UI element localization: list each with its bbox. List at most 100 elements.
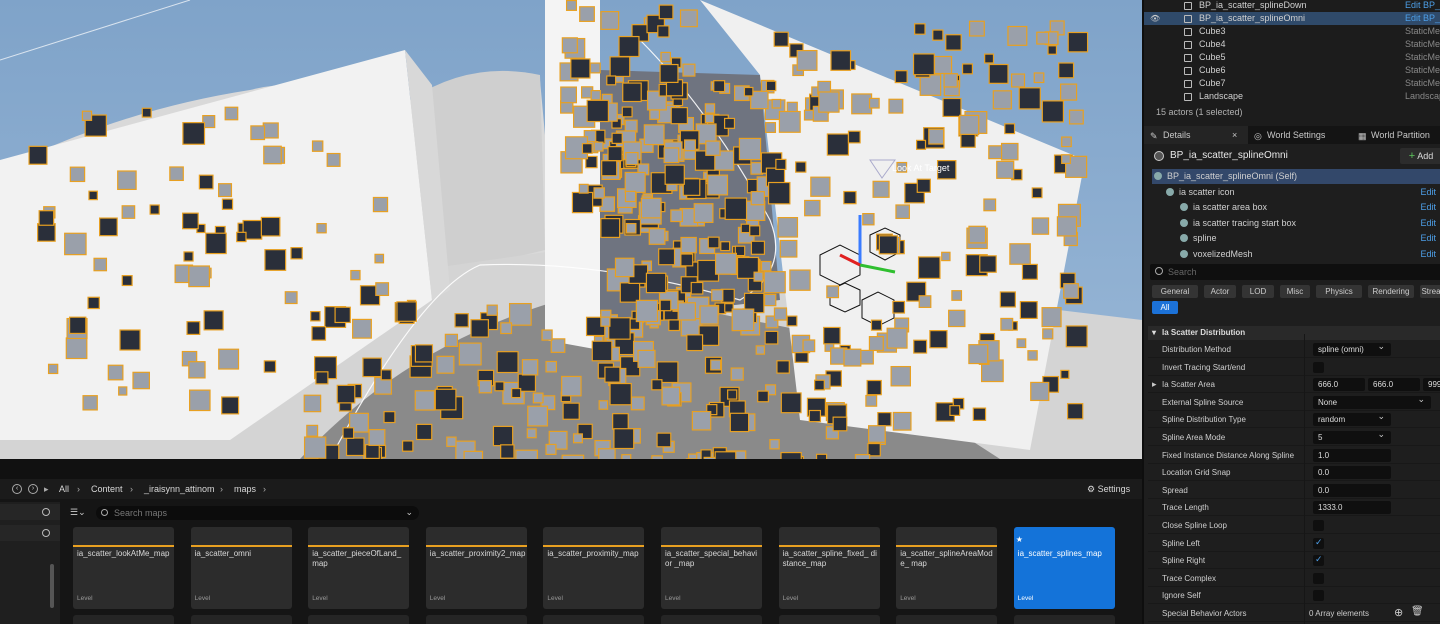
scatter-instance[interactable] xyxy=(765,80,777,92)
property-checkbox[interactable] xyxy=(1313,520,1324,531)
scatter-instance[interactable] xyxy=(93,257,108,272)
scatter-instance[interactable] xyxy=(434,388,457,411)
scatter-instance[interactable] xyxy=(119,329,141,351)
scatter-instance[interactable] xyxy=(699,305,719,325)
scatter-instance[interactable] xyxy=(968,344,989,365)
scatter-instance[interactable] xyxy=(670,106,688,125)
scatter-instance[interactable] xyxy=(352,318,372,339)
scatter-instance[interactable] xyxy=(951,290,963,301)
outliner-row[interactable]: Landscape Landscap xyxy=(1144,90,1440,103)
scatter-instance[interactable] xyxy=(606,75,617,86)
scatter-instance[interactable] xyxy=(310,310,321,322)
scatter-instance[interactable] xyxy=(326,152,341,167)
scatter-instance[interactable] xyxy=(303,436,327,459)
scatter-instance[interactable] xyxy=(593,187,605,199)
property-dropdown[interactable]: spline (omni) xyxy=(1313,343,1391,356)
scatter-instance[interactable] xyxy=(618,35,640,58)
scatter-instance[interactable] xyxy=(878,235,898,255)
expand-arrow-icon[interactable]: ▸ xyxy=(1152,379,1157,390)
breadcrumb-folder[interactable]: _iraisynn_attinom xyxy=(144,479,215,499)
scatter-instance[interactable] xyxy=(877,411,892,427)
scatter-instance[interactable] xyxy=(704,103,716,114)
scatter-instance[interactable] xyxy=(380,369,392,381)
scatter-instance[interactable] xyxy=(720,241,731,252)
scatter-instance[interactable] xyxy=(640,197,662,219)
scatter-instance[interactable] xyxy=(118,386,128,396)
scatter-instance[interactable] xyxy=(847,130,861,144)
sources-search-row[interactable] xyxy=(0,504,60,520)
scatter-instance[interactable] xyxy=(851,93,873,115)
scatter-instance[interactable] xyxy=(795,161,807,173)
scatter-instance[interactable] xyxy=(657,25,670,38)
scatter-instance[interactable] xyxy=(625,222,637,234)
scatter-instance[interactable] xyxy=(436,355,455,374)
filter-all[interactable]: All xyxy=(1152,301,1178,314)
scatter-instance[interactable] xyxy=(203,310,224,331)
scatter-instance[interactable] xyxy=(648,228,666,245)
scatter-instance[interactable] xyxy=(750,191,765,206)
scatter-instance[interactable] xyxy=(1027,350,1038,361)
scatter-instance[interactable] xyxy=(919,74,942,96)
scatter-instance[interactable] xyxy=(1010,73,1026,88)
scatter-instance[interactable] xyxy=(886,327,908,349)
scatter-instance[interactable] xyxy=(916,178,931,193)
asset-tile[interactable] xyxy=(73,615,174,624)
breadcrumb-all[interactable]: All xyxy=(59,479,69,499)
add-element-icon[interactable]: ⊕ xyxy=(1394,606,1403,619)
scatter-instance[interactable] xyxy=(608,317,631,340)
scatter-instance[interactable] xyxy=(416,423,433,441)
scatter-instance[interactable] xyxy=(943,73,958,88)
scatter-instance[interactable] xyxy=(679,9,698,28)
scatter-instance[interactable] xyxy=(1031,217,1050,235)
scatter-instance[interactable] xyxy=(598,400,609,410)
asset-tile[interactable] xyxy=(661,615,762,624)
scatter-instance[interactable] xyxy=(494,381,505,392)
asset-tile[interactable]: ia_scatter_proximity_map Level xyxy=(543,527,645,609)
scatter-instance[interactable] xyxy=(414,344,434,363)
scatter-instance[interactable] xyxy=(868,97,880,109)
scatter-instance[interactable] xyxy=(581,143,593,154)
scatter-instance[interactable] xyxy=(541,329,553,341)
filter-actor[interactable]: Actor xyxy=(1204,285,1236,298)
scatter-instance[interactable] xyxy=(750,240,766,255)
property-dropdown[interactable]: random xyxy=(1313,413,1391,427)
scatter-instance[interactable] xyxy=(826,285,840,299)
scatter-instance[interactable] xyxy=(843,190,857,205)
scatter-instance[interactable] xyxy=(463,450,484,459)
scatter-instance[interactable] xyxy=(658,4,674,20)
scatter-instance[interactable] xyxy=(870,319,883,331)
scatter-instance[interactable] xyxy=(988,63,1009,84)
component-row[interactable]: spline Edit xyxy=(1152,231,1440,246)
scatter-instance[interactable] xyxy=(260,216,281,237)
scatter-instance[interactable] xyxy=(560,86,578,104)
scatter-instance[interactable] xyxy=(396,301,417,322)
scatter-instance[interactable] xyxy=(1033,72,1045,84)
scatter-instance[interactable] xyxy=(458,342,482,366)
scatter-instance[interactable] xyxy=(738,137,762,161)
scatter-instance[interactable] xyxy=(486,304,498,316)
level-viewport[interactable]: Look At Target xyxy=(0,0,1142,459)
scatter-instance[interactable] xyxy=(727,389,738,400)
scatter-instance[interactable] xyxy=(1047,45,1058,55)
scatter-instance[interactable] xyxy=(767,181,791,205)
scatter-instance[interactable] xyxy=(750,162,764,175)
scatter-instance[interactable] xyxy=(169,166,184,182)
scatter-instance[interactable] xyxy=(600,218,621,238)
scatter-instance[interactable] xyxy=(918,295,932,308)
scatter-instance[interactable] xyxy=(677,302,696,321)
scatter-instance[interactable] xyxy=(99,217,118,237)
scatter-instance[interactable] xyxy=(511,387,522,399)
scatter-instance[interactable] xyxy=(550,338,566,353)
scatter-instance[interactable] xyxy=(414,390,436,411)
scatter-instance[interactable] xyxy=(1061,154,1071,164)
scatter-instance[interactable] xyxy=(983,198,997,212)
scatter-instance[interactable] xyxy=(710,359,722,371)
scatter-instance[interactable] xyxy=(656,432,672,448)
filter-physics[interactable]: Physics xyxy=(1316,285,1362,298)
scatter-instance[interactable] xyxy=(263,360,277,373)
scatter-instance[interactable] xyxy=(1041,100,1065,123)
scatter-instance[interactable] xyxy=(649,109,661,120)
forward-icon[interactable]: › xyxy=(28,484,38,494)
scatter-instance[interactable] xyxy=(818,91,840,113)
scatter-instance[interactable] xyxy=(1060,83,1078,101)
